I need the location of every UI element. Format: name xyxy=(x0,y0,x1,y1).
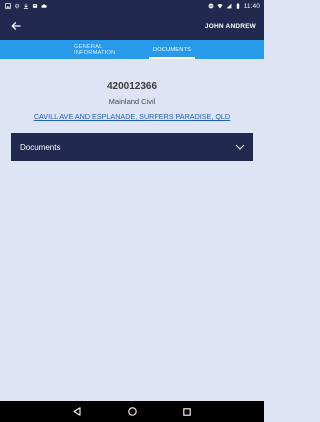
wifi-icon xyxy=(217,4,223,9)
documents-panel[interactable]: Documents xyxy=(11,133,253,161)
job-number: 420012366 xyxy=(106,81,158,92)
back-button[interactable] xyxy=(9,19,23,33)
arrow-left-icon xyxy=(11,22,21,30)
settings-icon xyxy=(14,3,20,9)
status-time: 11:40 xyxy=(243,2,260,10)
status-right-icons: 11:40 xyxy=(208,3,260,10)
dnd-icon xyxy=(208,3,214,9)
app-bar: JOHN ANDREW xyxy=(0,12,264,40)
recents-square-icon xyxy=(183,407,191,416)
status-bar: 11:40 xyxy=(0,0,264,12)
job-type: Mainland Civil xyxy=(108,97,156,106)
user-name: JOHN ANDREW xyxy=(204,22,256,30)
main-content: 420012366 Mainland Civil CAVILL AVE AND … xyxy=(0,59,264,401)
download-icon xyxy=(23,3,29,9)
storage-icon xyxy=(32,4,38,8)
tab-documents[interactable]: DOCUMENTS xyxy=(149,40,195,59)
tab-bar: GENERAL INFORMATION DOCUMENTS xyxy=(0,40,264,59)
chevron-down-icon xyxy=(235,144,245,150)
tab-general-information[interactable]: GENERAL INFORMATION xyxy=(69,40,149,59)
back-triangle-icon xyxy=(73,407,81,416)
documents-panel-label: Documents xyxy=(20,142,61,152)
address-link[interactable]: CAVILL AVE AND ESPLANADE, SURFERS PARADI… xyxy=(0,112,264,121)
cloud-icon xyxy=(41,4,47,8)
tab-general-information-label: GENERAL INFORMATION xyxy=(74,43,116,56)
system-nav-bar xyxy=(0,401,264,422)
home-circle-icon xyxy=(127,407,137,416)
tab-documents-label: DOCUMENTS xyxy=(152,46,192,53)
gallery-icon xyxy=(5,3,11,9)
nav-back-button[interactable] xyxy=(71,406,83,418)
nav-home-button[interactable] xyxy=(126,406,138,418)
nav-recents-button[interactable] xyxy=(181,406,193,418)
signal-icon xyxy=(226,3,232,9)
app-screen: 11:40 JOHN ANDREW GENERAL INFORMATION DO… xyxy=(0,0,264,422)
battery-icon xyxy=(236,3,239,9)
status-left-icons xyxy=(5,3,47,9)
